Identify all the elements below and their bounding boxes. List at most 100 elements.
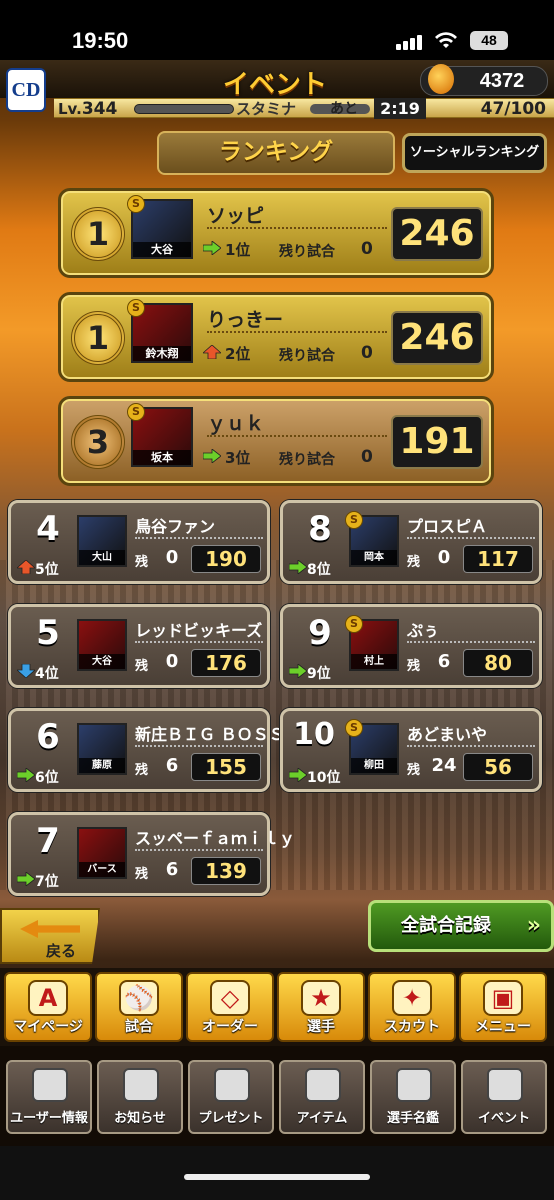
trend-same-icon [289,664,307,678]
ranking-card[interactable]: 4 5位 大山 鳥谷ファン残 0 190 [8,500,270,584]
remaining-games-label: 残り試合 [279,452,335,468]
back-arrow-icon [20,920,80,938]
player-avatar: S 坂本 [127,403,193,467]
user-name: プロスピＡ [407,517,488,536]
present-icon [214,1068,250,1102]
ranking-card[interactable]: 9 9位 S 村上 ぷぅ残 6 80 [280,604,542,688]
remaining-games-label: 残り試合 [279,348,335,364]
score: 246 [391,207,483,261]
ranking-card[interactable]: 6 6位 藤原 新庄ＢＩＧ ＢＯＳＳ 残 6 155 [8,708,285,792]
previous-rank: 5位 [17,559,59,579]
user-name: ソッピ [207,205,265,227]
remaining-games-label: 残 [135,555,149,570]
rank-number: 4 [36,509,60,549]
previous-rank: 10位 [289,767,340,787]
player-name: 大谷 [133,242,191,257]
game-icon: ⚾ [119,980,159,1016]
team-logo[interactable]: CD [6,68,46,112]
nav-label: 選手 [307,1019,335,1035]
remaining-games-count: 0 [437,547,451,568]
ranking-card[interactable]: 7 7位 バース スッペーｆａｍｉｌｙ 残 6 139 [8,812,295,896]
previous-rank: 8位 [289,559,331,579]
score: 190 [191,545,261,573]
nav-mypage-button[interactable]: A マイページ [4,972,92,1042]
player-name: バース [79,862,125,877]
nav-label: マイページ [13,1019,83,1035]
player-avatar: S 鈴木翔 [127,299,193,363]
nav-order-button[interactable]: ◇ オーダー [186,972,274,1042]
app-screen: 19:50 48 CD イベント 4372 Lv.344 スタミナ あと 2:1… [0,0,554,1200]
remaining-games-count: 0 [165,547,179,568]
player-name: 鈴木翔 [133,346,191,361]
signal-icon [396,34,424,50]
remaining-games-label: 残 [135,867,149,882]
score: 246 [391,311,483,365]
user-name: りっきー [207,309,284,331]
player-name: 柳田 [351,758,397,773]
name-underline [135,641,263,643]
nav-label: ユーザー情報 [10,1111,88,1126]
tab-social-ranking[interactable]: ソーシャルランキング [402,133,547,173]
previous-rank-label: 1位 [225,241,251,259]
nav-game-button[interactable]: ⚾ 試合 [95,972,183,1042]
tab-ranking[interactable]: ランキング [157,131,395,175]
player-name: 坂本 [133,450,191,465]
remaining-games-label: 残 [135,659,149,674]
nav-scout-button[interactable]: ✦ スカウト [368,972,456,1042]
player-name: 藤原 [79,758,125,773]
recovery-timer: 2:19 [374,98,426,119]
nav-player-book-button[interactable]: 選手名鑑 [370,1060,456,1134]
rank-laurel-badge: 1 [71,311,125,365]
remaining-games-count: 6 [165,755,179,776]
nav-news-button[interactable]: お知らせ [97,1060,183,1134]
name-underline [135,849,263,851]
all-records-button[interactable]: 全試合記録» [368,900,554,952]
rank-number: 10 [293,717,335,752]
user-info-icon [32,1068,68,1102]
rank-laurel-badge: 1 [71,207,125,261]
remaining-games-label: 残 [407,659,421,674]
nav-event-button[interactable]: イベント [461,1060,547,1134]
player-avatar: S 村上 [345,615,399,671]
previous-rank: 7位 [17,871,59,891]
nav-item-button[interactable]: アイテム [279,1060,365,1134]
menu-icon: ▣ [483,980,523,1016]
score: 155 [191,753,261,781]
s-rank-badge: S [345,615,363,633]
user-name: ｙｕｋ [207,413,265,435]
nav-user-info-button[interactable]: ユーザー情報 [6,1060,92,1134]
name-underline [135,745,263,747]
ranking-card-top[interactable]: 1 S 大谷 ソッピ 1位 残り試合 0 246 [58,188,494,278]
back-button[interactable]: 戻る [0,908,100,964]
ranking-card[interactable]: 10 10位 S 柳田 あどまいや残 24 56 [280,708,542,792]
ranking-card-top[interactable]: 3 S 坂本 ｙｕｋ 3位 残り試合 0 191 [58,396,494,486]
player-book-icon [396,1068,432,1102]
trend-up-icon [17,560,35,574]
item-icon [305,1068,341,1102]
remaining-games-label: 残 [135,763,149,778]
s-rank-badge: S [345,719,363,737]
ranking-card[interactable]: 8 8位 S 岡本 プロスピＡ 残 0 117 [280,500,542,584]
score: 139 [191,857,261,885]
remaining-games-count: 0 [361,447,373,467]
remaining-games-count: 0 [165,651,179,672]
score: 176 [191,649,261,677]
previous-rank-label: 6位 [35,770,59,786]
ranking-card-top[interactable]: 1 S 鈴木翔 りっきー 2位 残り試合 0 246 [58,292,494,382]
nav-label: メニュー [475,1019,531,1035]
nav-present-button[interactable]: プレゼント [188,1060,274,1134]
score: 117 [463,545,533,573]
home-indicator [184,1174,370,1180]
player-name: 村上 [351,654,397,669]
remaining-games-label: 残 [407,763,421,778]
previous-rank-label: 10位 [307,770,341,786]
player-name: 岡本 [351,550,397,565]
nav-player-button[interactable]: ★ 選手 [277,972,365,1042]
previous-rank-label: 3位 [225,449,251,467]
double-chevron-icon: » [526,913,541,938]
remaining-games-count: 6 [165,859,179,880]
player-name: 大谷 [79,654,125,669]
ranking-card[interactable]: 5 4位 大谷 レッドビッキーズ残 0 176 [8,604,270,688]
nav-menu-button[interactable]: ▣ メニュー [459,972,547,1042]
nav-label: 選手名鑑 [386,1111,439,1126]
